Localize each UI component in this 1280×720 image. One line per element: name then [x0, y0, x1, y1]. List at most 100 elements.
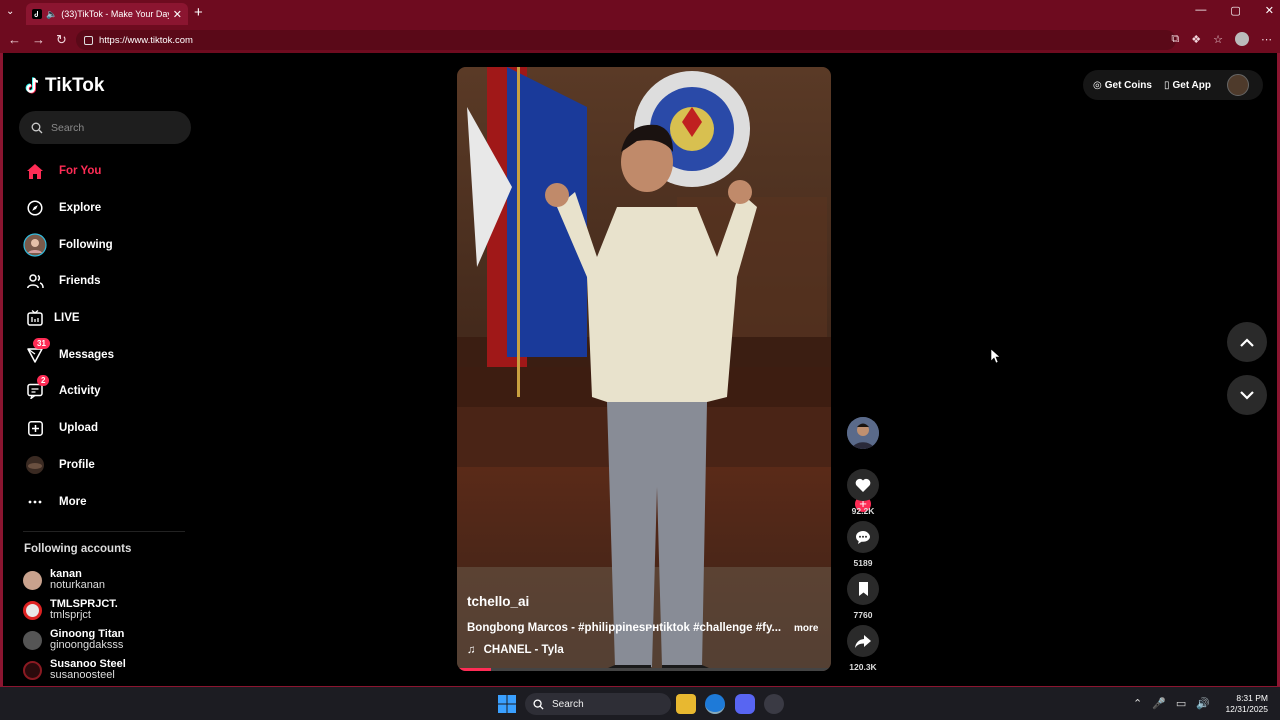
- previous-video-button[interactable]: [1227, 322, 1267, 362]
- video-username[interactable]: tchello_ai: [467, 594, 529, 609]
- following-account[interactable]: Susanoo Steel susanoosteel: [23, 655, 126, 685]
- taskbar-search-input[interactable]: [552, 698, 652, 710]
- account-avatar: [23, 570, 42, 590]
- save-count: 7760: [853, 610, 873, 620]
- forward-icon[interactable]: →: [32, 32, 45, 47]
- nav-more[interactable]: More: [23, 483, 193, 520]
- activity-badge: 2: [37, 375, 50, 387]
- app-icon[interactable]: [764, 694, 784, 714]
- nav-activity[interactable]: 2 Activity: [23, 373, 193, 410]
- search-input[interactable]: [51, 121, 171, 134]
- nav-live[interactable]: LIVE: [23, 300, 193, 337]
- get-coins-button[interactable]: ◎ Get Coins: [1093, 80, 1152, 91]
- network-icon[interactable]: ▭: [1176, 697, 1186, 710]
- search-icon: [31, 122, 43, 133]
- nav-messages[interactable]: 31 Messages: [23, 336, 193, 373]
- like-action[interactable]: 92.2K: [847, 469, 879, 516]
- speaker-icon[interactable]: 🔈: [46, 9, 57, 20]
- system-clock[interactable]: 8:31 PM 12/31/2025: [1225, 693, 1268, 715]
- new-tab-button[interactable]: +: [194, 4, 203, 21]
- tiktok-logo[interactable]: TikTok: [25, 75, 104, 97]
- tiktok-note-icon: [25, 77, 39, 94]
- following-avatar: [23, 233, 47, 257]
- volume-icon[interactable]: 🔊: [1196, 697, 1210, 710]
- close-window-button[interactable]: ✕: [1265, 4, 1274, 17]
- creator-avatar[interactable]: [847, 417, 879, 449]
- following-account[interactable]: TMLSPRJCT. tmlsprjct: [23, 595, 126, 625]
- browser-tab[interactable]: 🔈 (33)TikTok - Make Your Day ✕: [26, 3, 188, 25]
- video-description: Bongbong Marcos - #philippinesᴘʜtiktok #…: [467, 622, 782, 634]
- address-bar[interactable]: https://www.tiktok.com: [76, 30, 1176, 50]
- user-avatar[interactable]: [1227, 74, 1249, 96]
- browser-chrome: ⌄ 🔈 (33)TikTok - Make Your Day ✕ + — ▢ ✕…: [0, 0, 1280, 53]
- site-info-icon[interactable]: [84, 35, 93, 45]
- restore-button[interactable]: ▢: [1230, 4, 1240, 17]
- video-progress-bar[interactable]: [457, 668, 831, 671]
- discord-icon[interactable]: [735, 694, 755, 714]
- get-app-button[interactable]: ▯ Get App: [1164, 80, 1211, 91]
- share-action[interactable]: 120.3K: [847, 625, 879, 672]
- nav-for-you[interactable]: For You: [23, 153, 193, 190]
- following-account[interactable]: kanan noturkanan: [23, 565, 126, 595]
- edge-browser-icon[interactable]: [705, 694, 725, 714]
- account-avatar: [23, 630, 42, 650]
- more-icon: [23, 490, 47, 514]
- refresh-icon[interactable]: ↻: [56, 32, 67, 48]
- following-account[interactable]: Ginoong Titan ginoongdaksss: [23, 625, 126, 655]
- top-right-bar: ◎ Get Coins ▯ Get App: [1083, 70, 1263, 100]
- nav-following[interactable]: Following: [23, 226, 193, 263]
- account-avatar: [23, 600, 42, 620]
- nav-label: More: [59, 495, 87, 508]
- nav-label: Profile: [59, 458, 95, 471]
- video-player[interactable]: tchello_ai Bongbong Marcos - #philippine…: [457, 67, 831, 671]
- like-count: 92.2K: [851, 506, 875, 516]
- browser-toolbar: ← → ↻ https://www.tiktok.com ⧉ ❖ ☆ ⋯: [0, 27, 1280, 53]
- tray-chevron-up-icon[interactable]: ⌃: [1133, 697, 1142, 710]
- extensions-icon[interactable]: ⧉: [1171, 33, 1179, 46]
- phone-icon: ▯: [1163, 79, 1170, 91]
- friends-icon: [23, 269, 47, 293]
- search-icon: [533, 698, 544, 710]
- nav-profile[interactable]: Profile: [23, 447, 193, 484]
- nav-explore[interactable]: Explore: [23, 190, 193, 227]
- sidebar-nav: For You Explore Following Friends LIVE 3…: [23, 153, 193, 520]
- toolbar-icons: ⧉ ❖ ☆ ⋯: [1171, 32, 1272, 46]
- collections-icon[interactable]: ❖: [1191, 33, 1201, 46]
- settings-more-icon[interactable]: ⋯: [1261, 33, 1272, 46]
- clock-date: 12/31/2025: [1225, 704, 1268, 714]
- video-music[interactable]: ♫ CHANEL - Tyla: [467, 644, 564, 656]
- windows-start-icon[interactable]: [498, 695, 516, 713]
- comment-action[interactable]: 5189: [847, 521, 879, 568]
- back-icon[interactable]: ←: [8, 32, 21, 47]
- search-box[interactable]: [19, 111, 191, 144]
- browser-profile-avatar[interactable]: [1235, 32, 1249, 46]
- account-handle: ginoongdaksss: [50, 639, 124, 651]
- nav-friends[interactable]: Friends: [23, 263, 193, 300]
- video-more-button[interactable]: more: [794, 623, 818, 634]
- tab-list-chevron-icon[interactable]: ⌄: [6, 6, 14, 17]
- creator-avatar-image: [847, 417, 879, 449]
- get-coins-label: Get Coins: [1104, 79, 1152, 91]
- microphone-icon[interactable]: 🎤: [1152, 697, 1166, 710]
- share-icon: [847, 625, 879, 657]
- video-progress-fill: [457, 668, 491, 671]
- minimize-button[interactable]: —: [1195, 4, 1206, 17]
- nav-label: For You: [59, 165, 102, 178]
- messages-badge: 31: [33, 338, 50, 350]
- mouse-cursor-icon: [991, 349, 1001, 363]
- taskbar-search[interactable]: [525, 693, 671, 715]
- nav-label: Messages: [59, 348, 114, 361]
- favorites-icon[interactable]: ☆: [1213, 33, 1223, 46]
- nav-label: Following: [59, 238, 113, 251]
- save-action[interactable]: 7760: [847, 573, 879, 620]
- next-video-button[interactable]: [1227, 375, 1267, 415]
- sidebar-divider: [23, 531, 185, 532]
- get-app-label: Get App: [1172, 79, 1211, 91]
- tab-close-icon[interactable]: ✕: [173, 8, 182, 21]
- file-explorer-icon[interactable]: [676, 694, 696, 714]
- video-frame: [457, 67, 831, 671]
- tiktok-favicon-icon: [32, 9, 42, 19]
- bookmark-icon: [847, 573, 879, 605]
- nav-upload[interactable]: Upload: [23, 410, 193, 447]
- heart-icon: [847, 469, 879, 501]
